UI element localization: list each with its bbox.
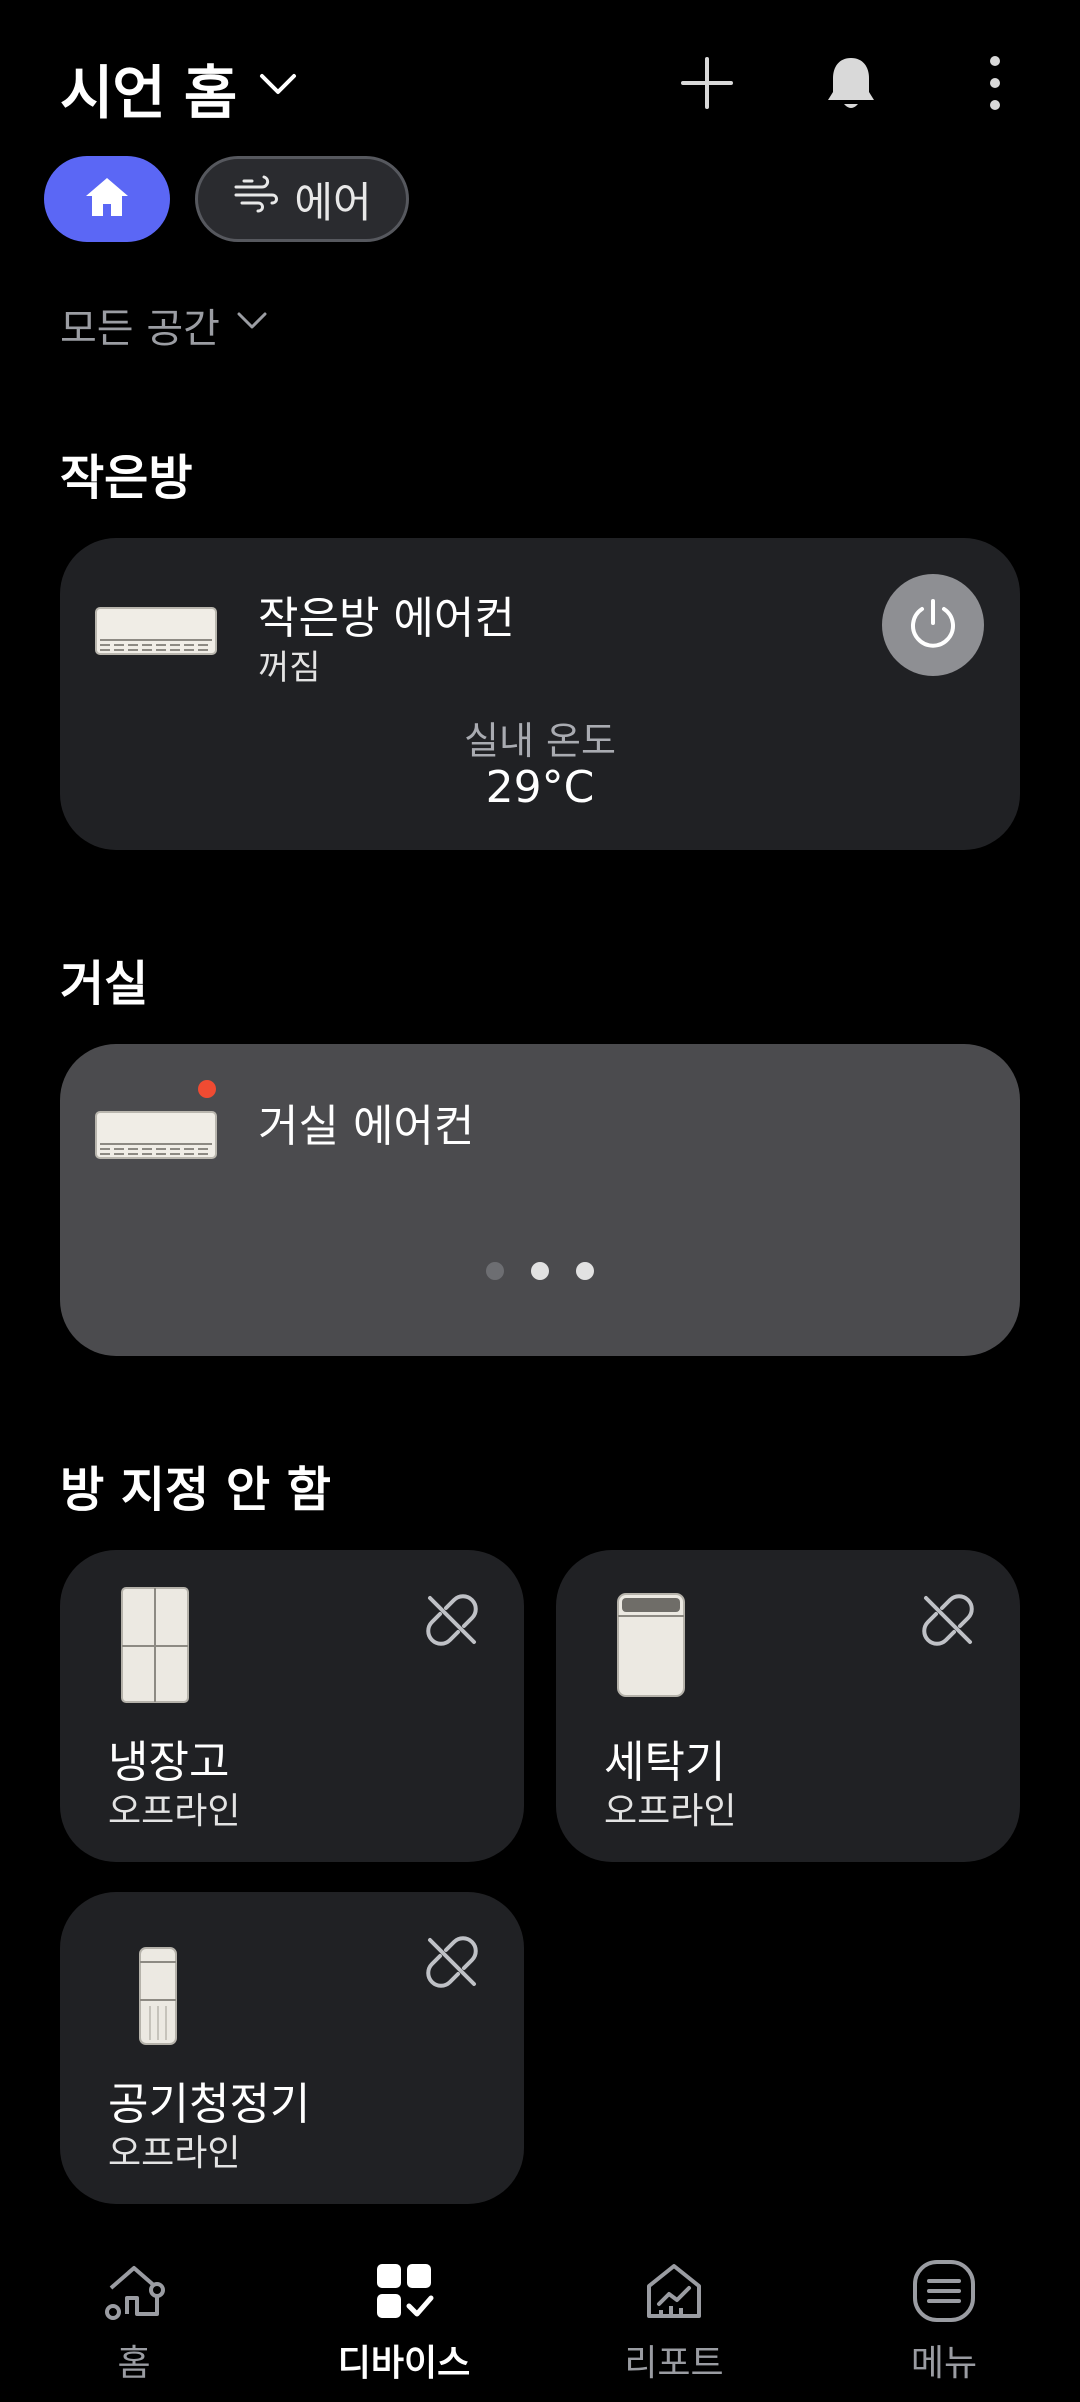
device-card-small-room-ac[interactable]: 작은방 에어컨 꺼짐 실내 온도 29°C [60,538,1020,850]
air-conditioner-icon [94,1108,218,1166]
home-title[interactable]: 시언 홈 [60,46,237,130]
indoor-temp-label: 실내 온도 [464,719,616,763]
device-status: 오프라인 [108,1791,241,1832]
device-tile-washer[interactable]: 세탁기 오프라인 [556,1550,1020,1862]
bell-icon[interactable] [816,48,886,118]
plus-icon[interactable] [672,48,742,118]
loading-dot [576,1262,594,1280]
more-vertical-icon[interactable] [960,48,1030,118]
report-icon [641,2258,707,2328]
chip-air-label: 에어 [294,177,372,227]
home-icon [83,175,131,223]
device-name: 거실 에어컨 [258,1101,475,1152]
loading-dot [531,1262,549,1280]
nav-menu[interactable]: 메뉴 [844,2258,1044,2386]
device-status: 오프라인 [108,2133,241,2174]
room-filter-label: 모든 공간 [60,306,220,352]
notification-dot [198,1080,216,1098]
home-outline-icon [101,2258,167,2328]
device-tile-air-purifier[interactable]: 공기청정기 오프라인 [60,1892,524,2204]
link-off-icon [920,1592,976,1652]
chip-home[interactable] [44,156,170,242]
device-name: 세탁기 [604,1737,726,1788]
room-filter-dropdown[interactable]: 모든 공간 [60,296,270,354]
link-off-icon [424,1934,480,1994]
nav-devices[interactable]: 디바이스 [304,2258,504,2386]
device-name: 냉장고 [108,1737,230,1788]
nav-report[interactable]: 리포트 [574,2258,774,2386]
air-purifier-icon [136,1946,180,2050]
section-title-unassigned: 방 지정 안 함 [60,1462,331,1518]
devices-icon [371,2258,437,2328]
device-status: 오프라인 [604,1791,737,1832]
indoor-temp-value: 29°C [485,762,595,813]
air-conditioner-icon [94,604,218,662]
refrigerator-icon [120,1586,190,1708]
device-name: 공기청정기 [108,2079,311,2130]
device-tile-fridge[interactable]: 냉장고 오프라인 [60,1550,524,1862]
device-name: 작은방 에어컨 [258,593,515,644]
section-title-small-room: 작은방 [60,450,193,506]
washer-icon [616,1592,686,1702]
nav-label: 메뉴 [910,2343,978,2384]
nav-label: 디바이스 [337,2343,471,2384]
power-button[interactable] [882,574,984,676]
wind-icon [232,173,280,225]
section-title-living-room: 거실 [60,956,149,1012]
nav-label: 홈 [117,2343,151,2384]
power-icon [905,595,961,655]
link-off-icon [424,1592,480,1652]
nav-label: 리포트 [624,2343,724,2384]
chevron-down-icon[interactable] [256,62,300,106]
chevron-down-icon [234,302,270,348]
loading-dot [486,1262,504,1280]
nav-home[interactable]: 홈 [34,2258,234,2386]
chip-air[interactable]: 에어 [195,156,409,242]
device-status: 꺼짐 [258,648,321,688]
menu-icon [911,2258,977,2328]
device-card-living-room-ac[interactable]: 거실 에어컨 [60,1044,1020,1356]
